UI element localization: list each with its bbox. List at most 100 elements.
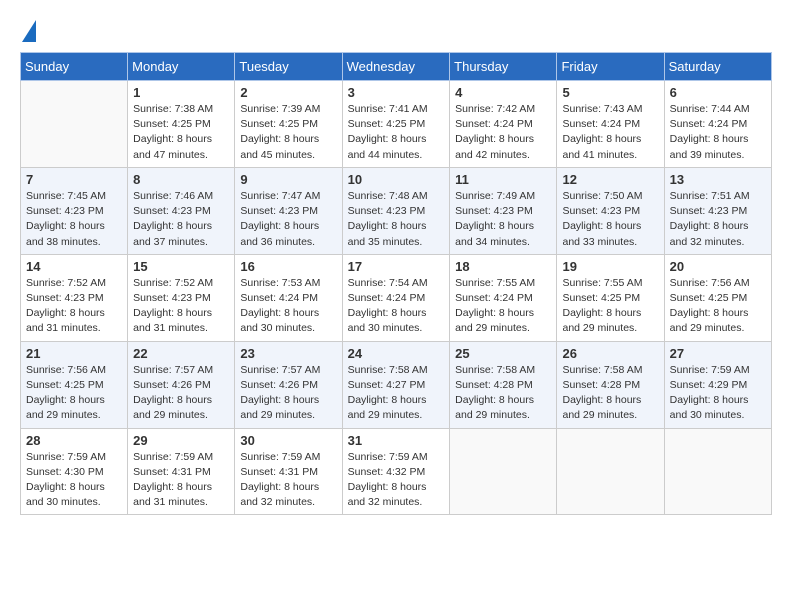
day-info: Sunrise: 7:59 AMSunset: 4:30 PMDaylight:… [26,450,122,511]
calendar-cell: 28 Sunrise: 7:59 AMSunset: 4:30 PMDayligh… [21,428,128,515]
calendar-table: SundayMondayTuesdayWednesdayThursdayFrid… [20,52,772,515]
day-number: 1 [133,85,229,100]
calendar-cell: 30 Sunrise: 7:59 AMSunset: 4:31 PMDayligh… [235,428,342,515]
day-info: Sunrise: 7:43 AMSunset: 4:24 PMDaylight:… [562,102,658,163]
day-info: Sunrise: 7:39 AMSunset: 4:25 PMDaylight:… [240,102,336,163]
calendar-cell: 6 Sunrise: 7:44 AMSunset: 4:24 PMDaylight… [664,81,771,168]
day-info: Sunrise: 7:59 AMSunset: 4:31 PMDaylight:… [240,450,336,511]
page-header [20,20,772,42]
day-number: 26 [562,346,658,361]
day-number: 4 [455,85,551,100]
calendar-week-row: 28 Sunrise: 7:59 AMSunset: 4:30 PMDayligh… [21,428,772,515]
calendar-cell: 21Sunrise: 7:56 AMSunset: 4:25 PMDayligh… [21,341,128,428]
calendar-cell: 24 Sunrise: 7:58 AMSunset: 4:27 PMDayligh… [342,341,450,428]
day-info: Sunrise: 7:50 AMSunset: 4:23 PMDaylight:… [562,189,658,250]
day-number: 8 [133,172,229,187]
day-number: 29 [133,433,229,448]
day-number: 27 [670,346,766,361]
day-number: 5 [562,85,658,100]
calendar-cell: 19 Sunrise: 7:55 AMSunset: 4:25 PMDayligh… [557,254,664,341]
calendar-cell: 12 Sunrise: 7:50 AMSunset: 4:23 PMDayligh… [557,167,664,254]
day-info: Sunrise: 7:47 AMSunset: 4:23 PMDaylight:… [240,189,336,250]
calendar-header-row: SundayMondayTuesdayWednesdayThursdayFrid… [21,53,772,81]
calendar-cell: 1Sunrise: 7:38 AMSunset: 4:25 PMDaylight… [128,81,235,168]
day-info: Sunrise: 7:45 AMSunset: 4:23 PMDaylight:… [26,189,122,250]
calendar-cell: 14 Sunrise: 7:52 AMSunset: 4:23 PMDayligh… [21,254,128,341]
calendar-week-row: 7 Sunrise: 7:45 AMSunset: 4:23 PMDaylight… [21,167,772,254]
calendar-week-row: 21Sunrise: 7:56 AMSunset: 4:25 PMDayligh… [21,341,772,428]
day-number: 10 [348,172,445,187]
day-info: Sunrise: 7:59 AMSunset: 4:29 PMDaylight:… [670,363,766,424]
day-info: Sunrise: 7:41 AMSunset: 4:25 PMDaylight:… [348,102,445,163]
calendar-cell: 8 Sunrise: 7:46 AMSunset: 4:23 PMDaylight… [128,167,235,254]
day-info: Sunrise: 7:52 AMSunset: 4:23 PMDaylight:… [133,276,229,337]
day-number: 12 [562,172,658,187]
calendar-cell [21,81,128,168]
calendar-week-row: 14 Sunrise: 7:52 AMSunset: 4:23 PMDayligh… [21,254,772,341]
day-number: 31 [348,433,445,448]
day-number: 22 [133,346,229,361]
weekday-header-sunday: Sunday [21,53,128,81]
day-number: 19 [562,259,658,274]
calendar-cell: 5 Sunrise: 7:43 AMSunset: 4:24 PMDaylight… [557,81,664,168]
day-number: 15 [133,259,229,274]
day-info: Sunrise: 7:52 AMSunset: 4:23 PMDaylight:… [26,276,122,337]
day-info: Sunrise: 7:58 AMSunset: 4:28 PMDaylight:… [562,363,658,424]
day-info: Sunrise: 7:44 AMSunset: 4:24 PMDaylight:… [670,102,766,163]
calendar-cell: 29Sunrise: 7:59 AMSunset: 4:31 PMDayligh… [128,428,235,515]
calendar-cell: 18 Sunrise: 7:55 AMSunset: 4:24 PMDayligh… [450,254,557,341]
calendar-cell: 9 Sunrise: 7:47 AMSunset: 4:23 PMDaylight… [235,167,342,254]
day-number: 3 [348,85,445,100]
weekday-header-wednesday: Wednesday [342,53,450,81]
weekday-header-friday: Friday [557,53,664,81]
day-info: Sunrise: 7:58 AMSunset: 4:28 PMDaylight:… [455,363,551,424]
calendar-cell: 10 Sunrise: 7:48 AMSunset: 4:23 PMDayligh… [342,167,450,254]
weekday-header-thursday: Thursday [450,53,557,81]
day-number: 11 [455,172,551,187]
day-info: Sunrise: 7:55 AMSunset: 4:24 PMDaylight:… [455,276,551,337]
day-info: Sunrise: 7:49 AMSunset: 4:23 PMDaylight:… [455,189,551,250]
calendar-cell: 22 Sunrise: 7:57 AMSunset: 4:26 PMDayligh… [128,341,235,428]
day-info: Sunrise: 7:54 AMSunset: 4:24 PMDaylight:… [348,276,445,337]
day-info: Sunrise: 7:55 AMSunset: 4:25 PMDaylight:… [562,276,658,337]
day-info: Sunrise: 7:59 AMSunset: 4:32 PMDaylight:… [348,450,445,511]
day-number: 30 [240,433,336,448]
weekday-header-tuesday: Tuesday [235,53,342,81]
day-number: 13 [670,172,766,187]
day-number: 9 [240,172,336,187]
calendar-cell [664,428,771,515]
calendar-cell: 25 Sunrise: 7:58 AMSunset: 4:28 PMDayligh… [450,341,557,428]
calendar-cell: 7 Sunrise: 7:45 AMSunset: 4:23 PMDaylight… [21,167,128,254]
day-info: Sunrise: 7:42 AMSunset: 4:24 PMDaylight:… [455,102,551,163]
day-info: Sunrise: 7:58 AMSunset: 4:27 PMDaylight:… [348,363,445,424]
day-number: 2 [240,85,336,100]
calendar-cell: 26 Sunrise: 7:58 AMSunset: 4:28 PMDayligh… [557,341,664,428]
day-info: Sunrise: 7:46 AMSunset: 4:23 PMDaylight:… [133,189,229,250]
day-number: 25 [455,346,551,361]
weekday-header-monday: Monday [128,53,235,81]
day-info: Sunrise: 7:57 AMSunset: 4:26 PMDaylight:… [133,363,229,424]
day-number: 17 [348,259,445,274]
calendar-cell [450,428,557,515]
day-number: 24 [348,346,445,361]
day-info: Sunrise: 7:56 AMSunset: 4:25 PMDaylight:… [26,363,122,424]
calendar-cell: 23 Sunrise: 7:57 AMSunset: 4:26 PMDayligh… [235,341,342,428]
calendar-cell: 16 Sunrise: 7:53 AMSunset: 4:24 PMDayligh… [235,254,342,341]
calendar-cell: 31 Sunrise: 7:59 AMSunset: 4:32 PMDayligh… [342,428,450,515]
day-number: 16 [240,259,336,274]
calendar-cell: 11 Sunrise: 7:49 AMSunset: 4:23 PMDayligh… [450,167,557,254]
calendar-cell [557,428,664,515]
weekday-header-saturday: Saturday [664,53,771,81]
logo [20,20,36,42]
day-number: 6 [670,85,766,100]
day-number: 18 [455,259,551,274]
day-number: 7 [26,172,122,187]
day-info: Sunrise: 7:56 AMSunset: 4:25 PMDaylight:… [670,276,766,337]
day-number: 14 [26,259,122,274]
day-number: 23 [240,346,336,361]
day-info: Sunrise: 7:51 AMSunset: 4:23 PMDaylight:… [670,189,766,250]
day-number: 28 [26,433,122,448]
day-info: Sunrise: 7:57 AMSunset: 4:26 PMDaylight:… [240,363,336,424]
day-info: Sunrise: 7:48 AMSunset: 4:23 PMDaylight:… [348,189,445,250]
day-info: Sunrise: 7:53 AMSunset: 4:24 PMDaylight:… [240,276,336,337]
